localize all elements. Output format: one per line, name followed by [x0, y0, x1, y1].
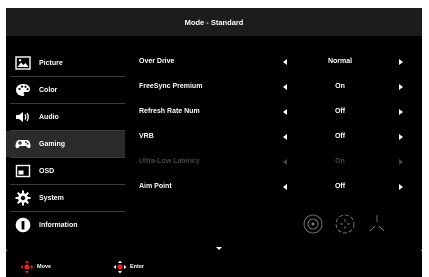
palette-icon	[14, 81, 32, 99]
arrow-left-icon[interactable]	[283, 184, 287, 190]
aim-point-tri-icon[interactable]	[369, 215, 385, 232]
setting-row-ultra-low-latency: Ultra-Low Latency On	[136, 150, 416, 175]
enter-joystick-icon	[113, 260, 127, 274]
sidebar-item-osd[interactable]: OSD	[6, 158, 125, 184]
setting-value: On	[335, 83, 345, 90]
setting-value: Off	[334, 183, 346, 190]
enter-hint: Enter	[113, 260, 144, 274]
arrow-left-icon[interactable]	[283, 59, 287, 65]
sidebar-item-label: Color	[39, 86, 58, 94]
enter-label: Enter	[130, 264, 145, 270]
setting-value: Off	[334, 108, 346, 115]
setting-row-vrb[interactable]: VRB Off	[136, 125, 416, 150]
setting-label: FreeSync Premium	[139, 83, 203, 90]
picture-icon	[14, 54, 32, 72]
speaker-icon	[14, 108, 32, 126]
settings-list: Over Drive Normal FreeSync Premium On Re…	[136, 50, 416, 200]
arrow-right-icon	[399, 159, 403, 165]
setting-value: On	[335, 158, 345, 165]
setting-row-over-drive[interactable]: Over Drive Normal	[136, 50, 416, 75]
aim-point-circle-icon[interactable]	[303, 214, 323, 234]
arrow-left-icon[interactable]	[283, 84, 287, 90]
setting-row-freesync[interactable]: FreeSync Premium On	[136, 75, 416, 100]
aim-point-options	[301, 212, 391, 236]
setting-value: Normal	[327, 58, 353, 65]
setting-row-aim-point[interactable]: Aim Point Off	[136, 175, 416, 200]
sidebar-item-gaming[interactable]: Gaming	[6, 131, 125, 157]
arrow-right-icon[interactable]	[399, 134, 403, 140]
setting-value: Off	[334, 133, 346, 140]
arrow-left-icon	[283, 159, 287, 165]
arrow-left-icon[interactable]	[283, 134, 287, 140]
osd-menu: Mode - Standard Picture Color Audio Gami…	[6, 8, 422, 251]
sidebar-item-system[interactable]: System	[6, 185, 125, 211]
arrow-right-icon[interactable]	[399, 109, 403, 115]
aim-point-crosshair-icon[interactable]	[335, 214, 355, 234]
move-hint: Move	[20, 260, 51, 274]
arrow-left-icon[interactable]	[283, 109, 287, 115]
mode-title: Mode - Standard	[6, 8, 422, 36]
setting-label: Over Drive	[139, 58, 175, 65]
sidebar-item-label: Picture	[39, 59, 63, 67]
setting-row-refresh-rate-num[interactable]: Refresh Rate Num Off	[136, 100, 416, 125]
sidebar-item-label: Information	[39, 221, 78, 229]
footer-hints: Move Enter	[6, 251, 422, 277]
scroll-down-icon	[216, 247, 222, 250]
sidebar-item-label: Audio	[39, 113, 59, 121]
setting-label: VRB	[139, 133, 154, 140]
gamepad-icon	[14, 135, 32, 153]
setting-label: Ultra-Low Latency	[139, 158, 200, 165]
setting-label: Refresh Rate Num	[139, 108, 200, 115]
sidebar-item-label: Gaming	[39, 140, 66, 148]
setting-label: Aim Point	[139, 183, 172, 190]
arrow-right-icon[interactable]	[399, 184, 403, 190]
osd-window-icon	[14, 162, 32, 180]
sidebar-item-color[interactable]: Color	[6, 77, 125, 103]
move-label: Move	[37, 264, 52, 270]
sidebar-item-audio[interactable]: Audio	[6, 104, 125, 130]
info-icon	[14, 216, 32, 234]
sidebar-item-label: System	[39, 194, 64, 202]
arrow-right-icon[interactable]	[399, 84, 403, 90]
gear-icon	[14, 189, 32, 207]
sidebar: Picture Color Audio Gaming OSD System In…	[6, 50, 125, 238]
sidebar-item-picture[interactable]: Picture	[6, 50, 125, 76]
sidebar-item-information[interactable]: Information	[6, 212, 125, 238]
sidebar-item-label: OSD	[39, 167, 55, 175]
move-joystick-icon	[20, 260, 34, 274]
arrow-right-icon[interactable]	[399, 59, 403, 65]
